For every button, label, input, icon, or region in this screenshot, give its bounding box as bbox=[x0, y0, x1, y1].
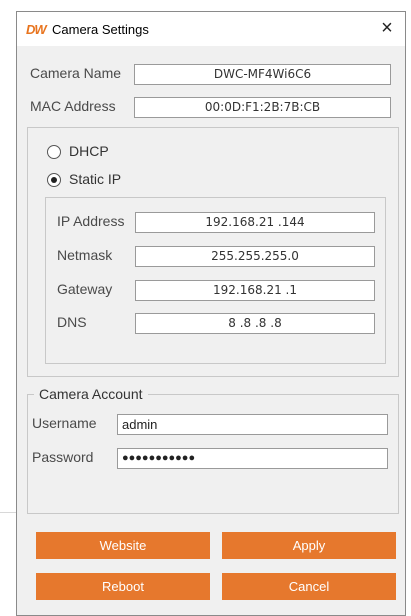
camera-account-group: Camera Account Username admin Password ●… bbox=[27, 386, 399, 514]
radio-selected-dot bbox=[51, 177, 57, 183]
username-label: Username bbox=[32, 415, 97, 431]
netmask-label: Netmask bbox=[57, 247, 113, 263]
ip-address-field[interactable]: 192.168.21 .144 bbox=[135, 212, 375, 233]
dw-logo: DW bbox=[26, 22, 47, 37]
ip-address-label: IP Address bbox=[57, 213, 125, 229]
static-ip-label[interactable]: Static IP bbox=[69, 171, 121, 187]
password-label: Password bbox=[32, 449, 94, 465]
static-ip-radio[interactable] bbox=[47, 173, 61, 187]
camera-account-legend: Camera Account bbox=[34, 386, 148, 402]
title-bar[interactable]: DW Camera Settings × bbox=[17, 12, 405, 46]
reboot-button[interactable]: Reboot bbox=[36, 573, 210, 600]
netmask-field[interactable]: 255.255.255.0 bbox=[135, 246, 375, 267]
gateway-field[interactable]: 192.168.21 .1 bbox=[135, 280, 375, 301]
username-input[interactable]: admin bbox=[117, 414, 388, 435]
gateway-label: Gateway bbox=[57, 281, 113, 297]
apply-button[interactable]: Apply bbox=[222, 532, 396, 559]
cancel-button[interactable]: Cancel bbox=[222, 573, 396, 600]
mac-address-label: MAC Address bbox=[30, 98, 116, 114]
camera-name-field[interactable]: DWC-MF4Wi6C6 bbox=[134, 64, 391, 85]
camera-name-label: Camera Name bbox=[30, 65, 122, 81]
network-group: DHCP Static IP IP Address 192.168.21 .14… bbox=[27, 127, 399, 377]
dns-field[interactable]: 8 .8 .8 .8 bbox=[135, 313, 375, 334]
password-input[interactable]: ●●●●●●●●●●● bbox=[117, 448, 388, 469]
dns-label: DNS bbox=[57, 314, 87, 330]
background-divider bbox=[0, 512, 16, 513]
camera-settings-dialog: DW Camera Settings × Camera Name DWC-MF4… bbox=[16, 11, 406, 616]
dhcp-label[interactable]: DHCP bbox=[69, 143, 109, 159]
website-button[interactable]: Website bbox=[36, 532, 210, 559]
static-ip-settings-group: IP Address 192.168.21 .144 Netmask 255.2… bbox=[45, 197, 386, 364]
mac-address-field[interactable]: 00:0D:F1:2B:7B:CB bbox=[134, 97, 391, 118]
window-title: Camera Settings bbox=[52, 22, 149, 37]
dhcp-radio[interactable] bbox=[47, 145, 61, 159]
close-icon[interactable]: × bbox=[373, 16, 401, 42]
